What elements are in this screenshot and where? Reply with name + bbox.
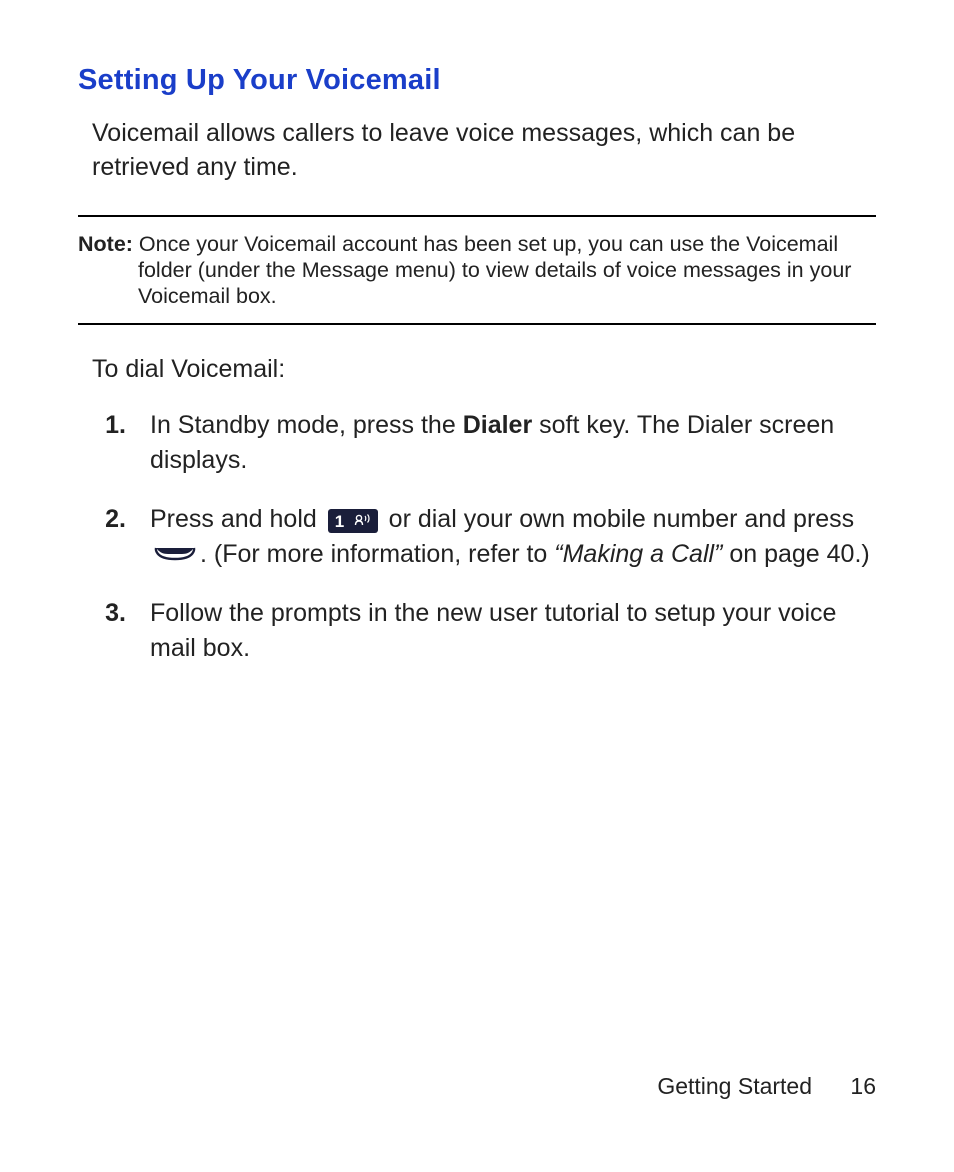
key-1-voicemail-icon: 1: [328, 509, 378, 533]
text-run: or dial your own mobile number and press: [382, 505, 854, 533]
step-3: 3. Follow the prompts in the new user tu…: [92, 596, 876, 666]
intro-paragraph: Voicemail allows callers to leave voice …: [92, 117, 876, 185]
text-run: In Standby mode, press the: [150, 411, 463, 439]
note-block: Note: Once your Voicemail account has be…: [78, 215, 876, 326]
page-number: 16: [850, 1073, 876, 1100]
page-footer: Getting Started 16: [657, 1073, 876, 1100]
send-key-icon: [152, 545, 198, 567]
step-body: Follow the prompts in the new user tutor…: [150, 596, 876, 666]
text-run: on page 40.): [722, 540, 869, 568]
instruction-lead: To dial Voicemail:: [92, 355, 876, 384]
note-label: Note:: [78, 232, 133, 256]
steps-list: 1. In Standby mode, press the Dialer sof…: [92, 408, 876, 666]
step-2: 2. Press and hold 1 or dial your own mob…: [92, 502, 876, 572]
text-run: . (For more information, refer to: [200, 540, 554, 568]
section-heading: Setting Up Your Voicemail: [78, 64, 876, 97]
footer-section-name: Getting Started: [657, 1073, 812, 1099]
cross-reference: “Making a Call”: [554, 540, 722, 568]
step-number: 3.: [92, 596, 150, 666]
step-body: Press and hold 1 or dial your own mobile…: [150, 502, 876, 572]
step-number: 2.: [92, 502, 150, 572]
dialer-softkey-name: Dialer: [463, 411, 532, 439]
note-text: Once your Voicemail account has been set…: [138, 232, 851, 308]
text-run: Press and hold: [150, 505, 324, 533]
step-number: 1.: [92, 408, 150, 478]
step-body: In Standby mode, press the Dialer soft k…: [150, 408, 876, 478]
step-1: 1. In Standby mode, press the Dialer sof…: [92, 408, 876, 478]
